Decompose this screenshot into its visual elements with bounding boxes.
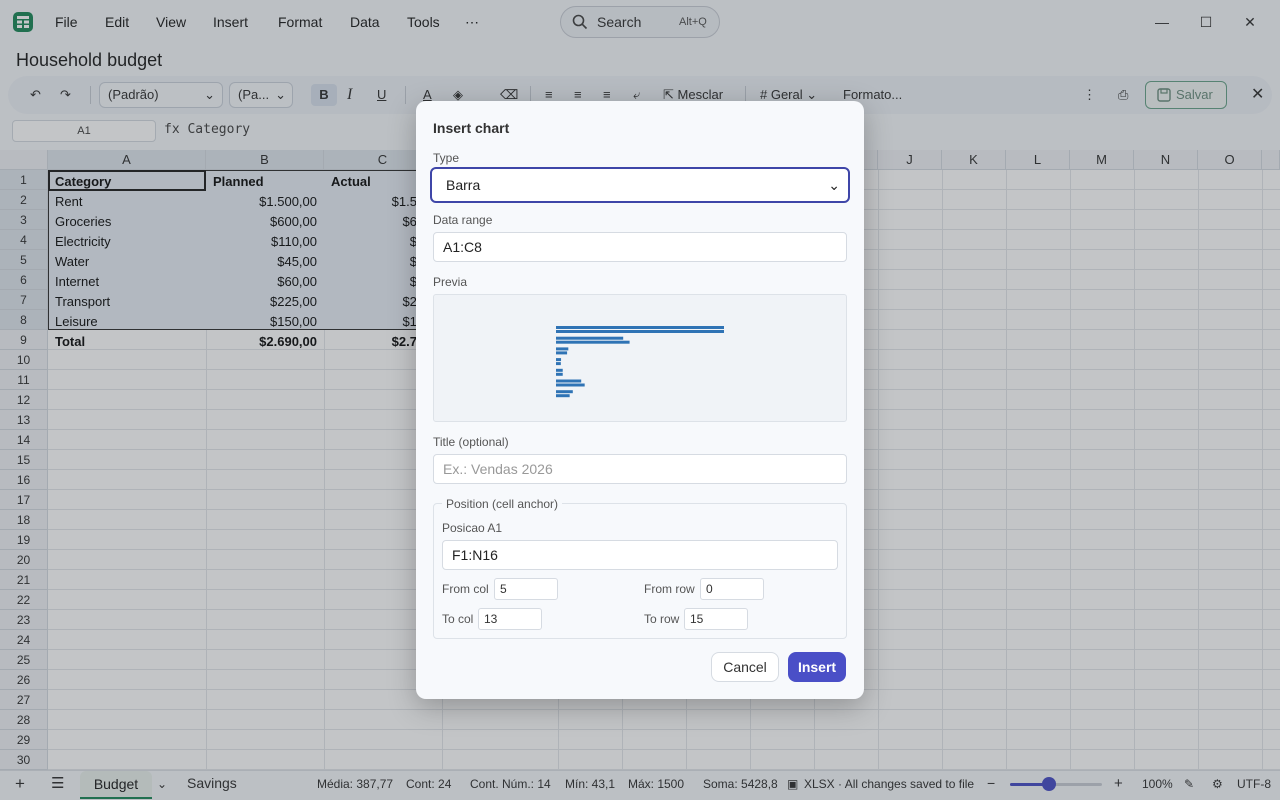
from-row-label: From row	[644, 582, 695, 596]
preview-bar-electricity-actual	[556, 351, 568, 355]
preview-bar-water-planned	[556, 358, 562, 362]
to-col-label: To col	[442, 612, 474, 626]
preview-label: Previa	[433, 275, 468, 289]
from-row-input[interactable]: 0	[700, 578, 764, 600]
chart-preview	[433, 294, 847, 422]
to-col-input[interactable]: 13	[478, 608, 542, 630]
preview-bar-internet-actual	[556, 372, 563, 376]
preview-bar-water-actual	[556, 362, 561, 366]
preview-bar-leisure-actual	[556, 394, 570, 398]
data-range-label: Data range	[433, 213, 493, 227]
preview-bar-leisure-planned	[556, 390, 573, 394]
anchor-label: Posicao A1	[442, 521, 503, 535]
preview-bar-rent-actual	[556, 330, 724, 333]
preview-bar-transport-planned	[556, 379, 582, 383]
preview-bar-internet-planned	[556, 368, 563, 372]
anchor-input[interactable]: F1:N16	[442, 540, 838, 570]
preview-bar-electricity-planned	[556, 347, 569, 351]
from-col-label: From col	[442, 582, 489, 596]
chart-title-input[interactable]: Ex.: Vendas 2026	[433, 454, 847, 484]
to-row-label: To row	[644, 612, 680, 626]
title-label: Title (optional)	[433, 435, 509, 449]
chart-preview-svg	[556, 326, 724, 398]
chart-type-value: Barra	[446, 177, 481, 193]
position-legend: Position (cell anchor)	[442, 497, 563, 511]
chart-type-select[interactable]: Barra ⌄	[430, 167, 850, 203]
insert-chart-dialog: Insert chart Type Barra ⌄ Data range A1:…	[416, 101, 864, 699]
type-label: Type	[433, 151, 460, 165]
chevron-down-icon: ⌄	[828, 177, 840, 193]
to-row-input[interactable]: 15	[684, 608, 748, 630]
from-col-input[interactable]: 5	[494, 578, 558, 600]
preview-bar-rent-planned	[556, 326, 724, 329]
cancel-button[interactable]: Cancel	[711, 652, 779, 682]
preview-bar-groceries-planned	[556, 336, 624, 340]
preview-bar-transport-actual	[556, 383, 585, 387]
preview-bar-groceries-actual	[556, 340, 630, 344]
data-range-input[interactable]: A1:C8	[433, 232, 847, 262]
dialog-title: Insert chart	[433, 120, 510, 136]
insert-button[interactable]: Insert	[788, 652, 846, 682]
